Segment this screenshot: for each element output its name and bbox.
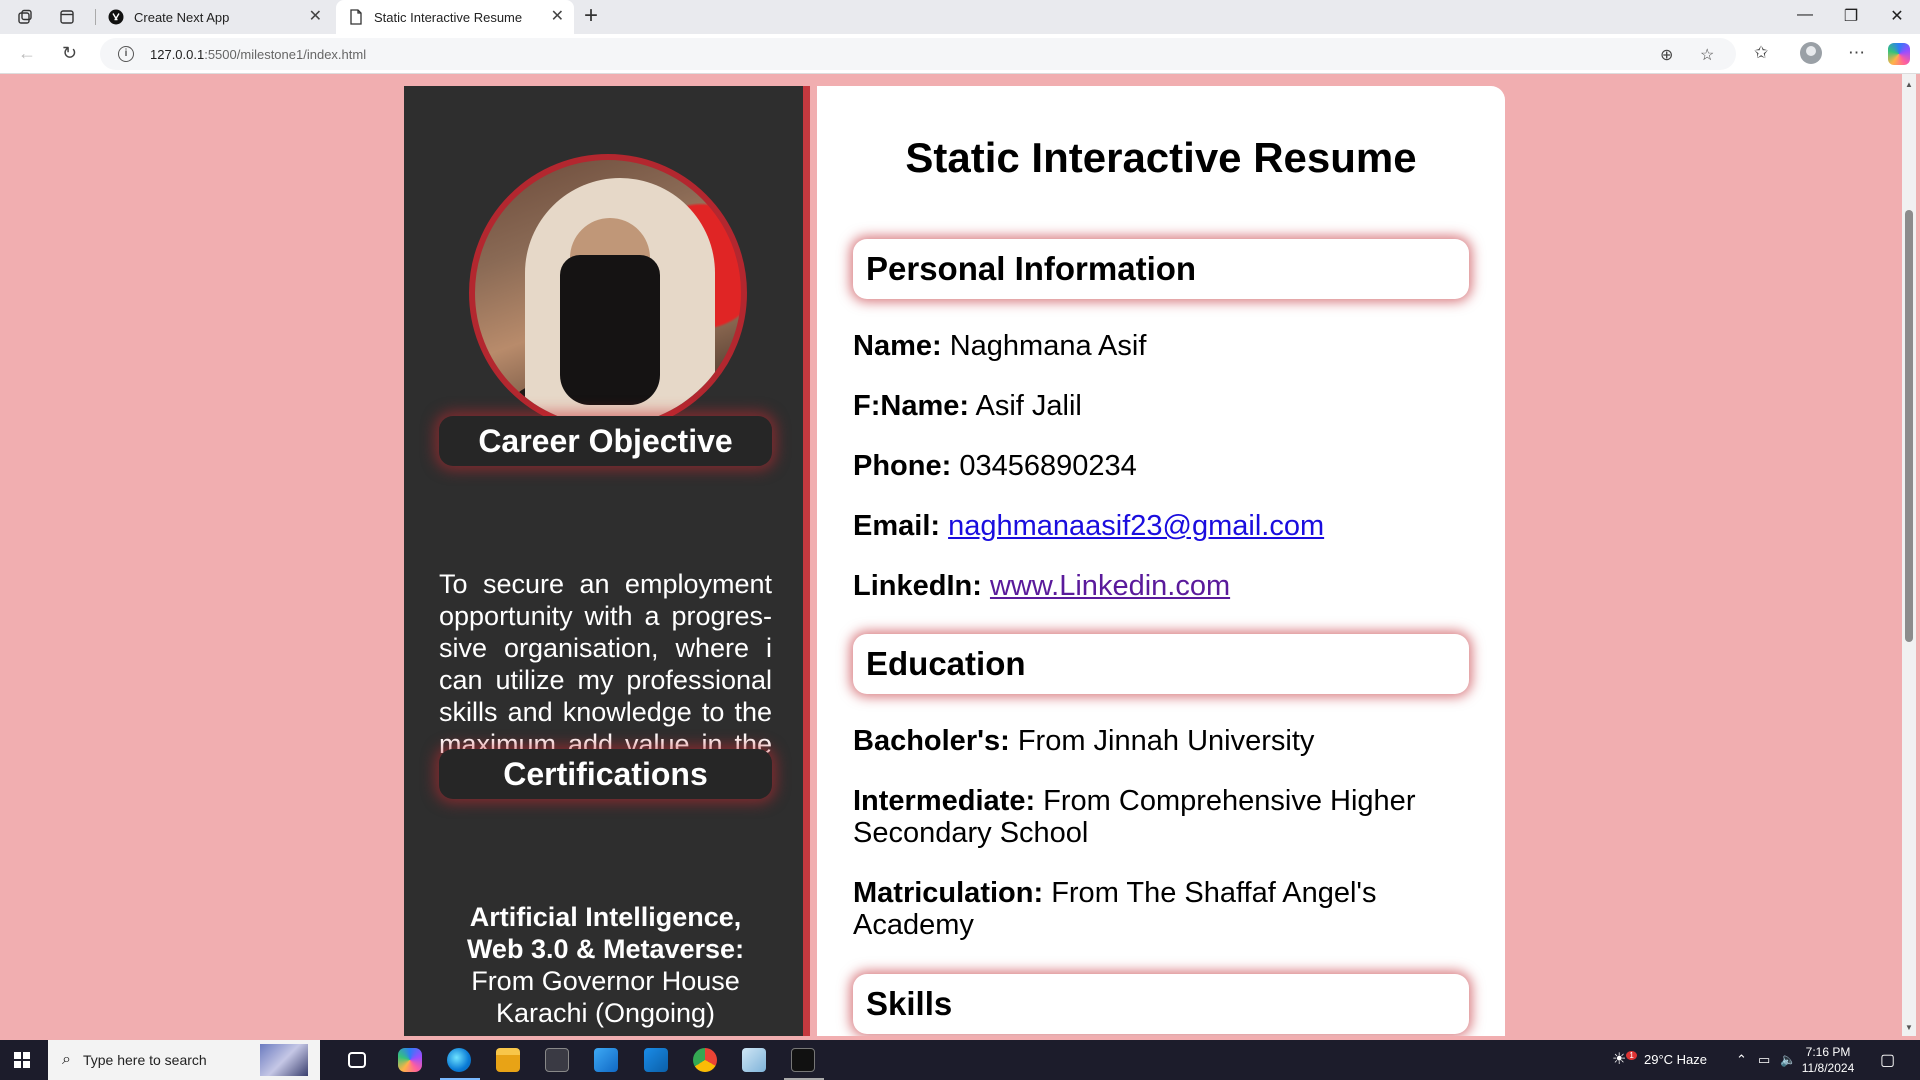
- name-value: Naghmana Asif: [949, 330, 1147, 362]
- terminal-icon[interactable]: [791, 1048, 815, 1072]
- windows-taskbar: ⌕ Type here to search ☀ 1 29°C Haze ⌃ ▭ 🔈…: [0, 1040, 1920, 1080]
- url-path: :5500/milestone1/index.html: [204, 46, 367, 62]
- show-hidden-icons-icon[interactable]: ⌃: [1736, 1052, 1747, 1068]
- photo-niqab: [560, 255, 660, 405]
- info-name-row: Name: Naghmana Asif: [853, 330, 1453, 362]
- search-highlight-image: [260, 1044, 308, 1076]
- nextjs-favicon-icon: [108, 9, 124, 25]
- tab-static-interactive-resume[interactable]: Static Interactive Resume ✕: [336, 0, 574, 34]
- education-heading: Education: [853, 634, 1469, 694]
- info-phone-row: Phone: 03456890234: [853, 450, 1453, 482]
- education-bachelor-row: Bacholer's: From Jinnah University: [853, 725, 1453, 757]
- clock-time: 7:16 PM: [1805, 1045, 1851, 1059]
- resume-main: Static Interactive Resume Personal Infor…: [817, 86, 1505, 1036]
- education-intermediate-row: Intermediate: From Comprehensive Higher …: [853, 785, 1453, 849]
- info-email-row: Email: naghmanaasif23@gmail.com: [853, 510, 1453, 542]
- url-bar[interactable]: i 127.0.0.1:5500/milestone1/index.html ⊕…: [100, 38, 1736, 70]
- tab-create-next-app[interactable]: Create Next App ✕: [96, 0, 332, 34]
- windows-start-icon[interactable]: [14, 1052, 30, 1068]
- refresh-icon[interactable]: ↻: [62, 43, 77, 64]
- certification-title: Artificial Intelligence, Web 3.0 & Metav…: [466, 902, 745, 964]
- weather-icon[interactable]: ☀ 1: [1612, 1049, 1637, 1069]
- personal-info-heading: Personal Information: [853, 239, 1469, 299]
- weather-badge: 1: [1626, 1050, 1637, 1060]
- phone-label: Phone:: [853, 450, 952, 482]
- phone-value: 03456890234: [959, 450, 1137, 482]
- scroll-down-icon[interactable]: ▼: [1905, 1023, 1913, 1032]
- restore-icon[interactable]: ❐: [1828, 6, 1874, 26]
- outlook-icon[interactable]: [644, 1048, 668, 1072]
- vscode-icon[interactable]: [594, 1048, 618, 1072]
- skills-heading: Skills: [853, 974, 1469, 1034]
- weather-text[interactable]: 29°C Haze: [1644, 1052, 1707, 1067]
- file-explorer-icon[interactable]: [496, 1048, 520, 1072]
- bachelor-label: Bacholer's:: [853, 725, 1010, 757]
- scroll-up-icon[interactable]: ▲: [1905, 80, 1913, 89]
- zoom-icon[interactable]: ⊕: [1660, 45, 1673, 65]
- workspaces-icon[interactable]: [16, 8, 34, 26]
- url-host: 127.0.0.1: [150, 46, 205, 62]
- profile-photo: [469, 154, 747, 432]
- name-label: Name:: [853, 330, 942, 362]
- copilot-taskbar-icon[interactable]: [398, 1048, 422, 1072]
- new-tab-icon[interactable]: +: [584, 4, 598, 28]
- chrome-icon[interactable]: [693, 1048, 717, 1072]
- intermediate-label: Intermediate:: [853, 785, 1036, 817]
- page-favicon-icon: [348, 9, 364, 25]
- info-linkedin-row: LinkedIn: www.Linkedin.com: [853, 570, 1453, 602]
- career-objective-heading: Career Objective: [439, 416, 772, 466]
- matric-label: Matriculation:: [853, 877, 1044, 909]
- notepad-icon[interactable]: [742, 1048, 766, 1072]
- scrollbar-thumb[interactable]: [1905, 210, 1913, 642]
- certification-item: Artificial Intelligence, Web 3.0 & Metav…: [439, 901, 772, 1029]
- back-icon[interactable]: ←: [18, 43, 36, 64]
- fname-label: F:Name:: [853, 390, 970, 422]
- page-title: Static Interactive Resume: [905, 134, 1417, 181]
- address-toolbar: ← ↻ i 127.0.0.1:5500/milestone1/index.ht…: [0, 34, 1920, 74]
- linkedin-label: LinkedIn:: [853, 570, 982, 602]
- task-view-icon[interactable]: [348, 1052, 366, 1068]
- email-label: Email:: [853, 510, 941, 542]
- tab-actions-icon[interactable]: [58, 8, 76, 26]
- browser-tab-bar: Create Next App ✕ Static Interactive Res…: [0, 0, 1920, 34]
- more-options-icon[interactable]: ⋯: [1848, 43, 1865, 63]
- clock-date: 11/8/2024: [1801, 1061, 1855, 1075]
- fname-value: Asif Jalil: [975, 390, 1082, 422]
- education-matric-row: Matriculation: From The Shaffaf Angel's …: [853, 877, 1453, 941]
- close-tab-icon[interactable]: ✕: [309, 9, 322, 25]
- profile-avatar-icon[interactable]: [1800, 42, 1822, 64]
- notifications-icon[interactable]: ▢: [1880, 1050, 1895, 1070]
- search-placeholder: Type here to search: [82, 1052, 207, 1068]
- copilot-icon[interactable]: [1888, 43, 1910, 65]
- search-icon: ⌕: [62, 1051, 71, 1068]
- taskbar-clock[interactable]: 7:16 PM 11/8/2024: [1796, 1044, 1860, 1076]
- favorite-star-icon[interactable]: ☆: [1700, 45, 1714, 65]
- close-window-icon[interactable]: ✕: [1874, 6, 1920, 26]
- url-text[interactable]: 127.0.0.1:5500/milestone1/index.html: [150, 47, 366, 62]
- app-window-icon[interactable]: [545, 1048, 569, 1072]
- email-link[interactable]: naghmanaasif23@gmail.com: [948, 510, 1324, 542]
- favorites-icon[interactable]: ✩: [1754, 43, 1768, 63]
- info-fname-row: F:Name: Asif Jalil: [853, 390, 1453, 422]
- certification-detail: From Governor House Karachi (Ongoing): [471, 966, 740, 1028]
- bachelor-value: From Jinnah University: [1017, 725, 1315, 757]
- site-info-icon[interactable]: i: [118, 46, 134, 62]
- battery-icon[interactable]: ▭: [1758, 1052, 1770, 1068]
- page-viewport: Career Objective To secure an employment…: [4, 74, 1902, 1036]
- tab-title: Create Next App: [134, 9, 230, 25]
- edge-browser-icon[interactable]: [447, 1048, 471, 1072]
- taskbar-search[interactable]: ⌕ Type here to search: [48, 1040, 320, 1080]
- certifications-heading: Certifications: [439, 749, 772, 799]
- tab-title: Static Interactive Resume: [374, 9, 523, 25]
- volume-icon[interactable]: 🔈: [1780, 1052, 1796, 1068]
- linkedin-link[interactable]: www.Linkedin.com: [990, 570, 1230, 602]
- resume-sidebar: Career Objective To secure an employment…: [404, 86, 810, 1036]
- page-scrollbar[interactable]: ▲ ▼: [1902, 74, 1916, 1036]
- minimize-icon[interactable]: —: [1782, 6, 1828, 24]
- close-tab-icon[interactable]: ✕: [551, 9, 564, 25]
